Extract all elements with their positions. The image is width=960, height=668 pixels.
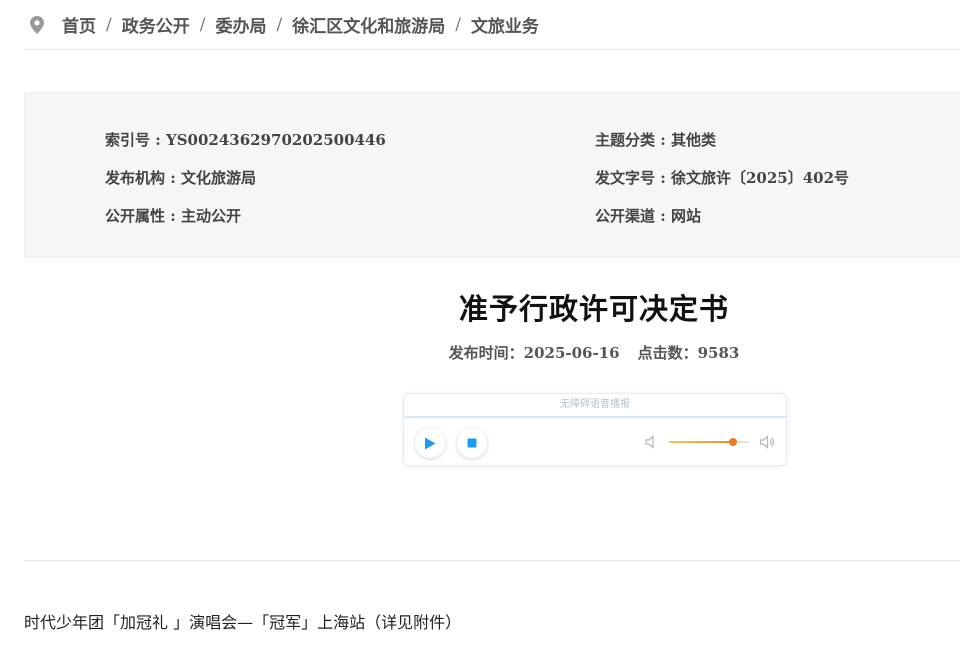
publish-time-label: 发布时间： <box>448 344 524 362</box>
document-body-text: 时代少年团「加冠礼 」演唱会—「冠军」上海站（详见附件） <box>24 613 462 632</box>
play-icon <box>425 437 436 449</box>
disclosure-attribute: 公开属性 : 主动公开 <box>105 207 241 225</box>
breadcrumb-separator: / <box>106 14 112 35</box>
click-count-label: 点击数： <box>637 344 698 362</box>
breadcrumb-bureaus[interactable]: 委办局 <box>215 12 266 37</box>
index-number: 索引号 : YS0024362970202500446 <box>105 131 386 149</box>
disclosure-channel: 公开渠道 : 网站 <box>595 207 701 225</box>
topic-category: 主题分类 : 其他类 <box>595 131 716 149</box>
breadcrumb-separator: / <box>455 14 461 35</box>
content-divider <box>24 560 960 561</box>
document-meta: 发布时间：2025-06-16 点击数：9583 <box>0 342 960 363</box>
breadcrumb-culture-tourism-bureau[interactable]: 徐汇区文化和旅游局 <box>292 12 445 37</box>
breadcrumb-home[interactable]: 首页 <box>62 12 96 37</box>
breadcrumb-separator: / <box>199 14 206 35</box>
audio-player: 无障碍语音播报 <box>403 393 787 466</box>
document-info-panel: 索引号 : YS0024362970202500446 主题分类 : 其他类 发… <box>24 92 960 258</box>
breadcrumb-gov-affairs[interactable]: 政务公开 <box>122 12 190 37</box>
stop-button[interactable] <box>457 428 487 458</box>
volume-low-icon[interactable] <box>644 434 660 450</box>
volume-slider-fill <box>669 441 733 443</box>
volume-slider[interactable] <box>669 438 749 446</box>
breadcrumb-culture-tourism-business[interactable]: 文旅业务 <box>471 12 539 37</box>
page-title: 准予行政许可决定书 <box>458 292 729 326</box>
publishing-agency: 发布机构 : 文化旅游局 <box>105 169 256 187</box>
breadcrumb: 首页 / 政务公开 / 委办局 / 徐汇区文化和旅游局 / 文旅业务 <box>24 0 960 50</box>
publish-date: 2025-06-16 <box>523 344 620 362</box>
volume-slider-handle[interactable] <box>729 438 737 446</box>
stop-icon <box>467 438 477 448</box>
audio-player-title: 无障碍语音播报 <box>404 394 786 418</box>
document-number: 发文字号 : 徐文旅许〔2025〕402号 <box>595 169 850 187</box>
breadcrumb-separator: / <box>276 14 283 35</box>
play-button[interactable] <box>415 428 445 458</box>
volume-high-icon[interactable] <box>759 434 775 450</box>
map-pin-icon <box>30 15 44 34</box>
click-count: 9583 <box>697 344 740 362</box>
